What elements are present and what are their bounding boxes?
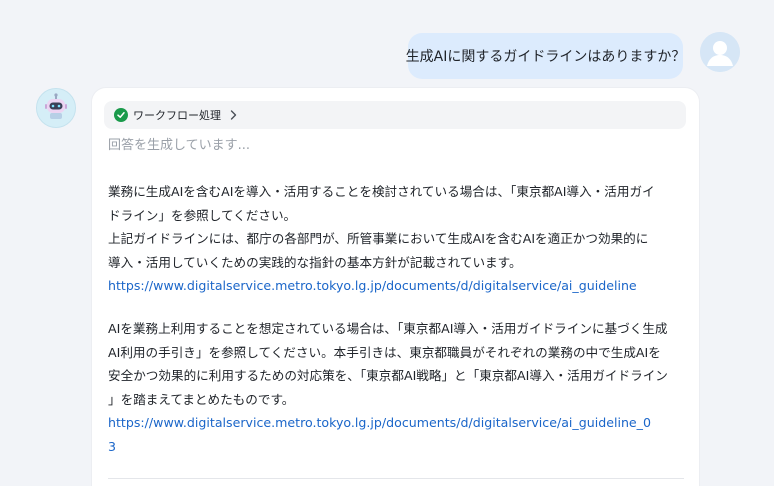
bot-message-card: ワークフロー処理 回答を生成しています... 業務に生成AIを含むAIを導入・活… bbox=[92, 88, 699, 486]
workflow-process-toggle[interactable]: ワークフロー処理 bbox=[104, 101, 686, 129]
answer-line: 」を踏まえてまとめたものです。 bbox=[108, 391, 295, 407]
robot-avatar-icon bbox=[36, 88, 76, 128]
check-circle-icon bbox=[114, 108, 128, 122]
generating-status: 回答を生成しています... bbox=[108, 138, 251, 153]
workflow-label: ワークフロー処理 bbox=[133, 109, 221, 122]
chat-container: 生成AIに関するガイドラインはありますか？ ワークフロー処理 回答を生成していま… bbox=[0, 0, 774, 486]
chevron-right-icon bbox=[230, 110, 237, 120]
guideline-link[interactable]: https://www.digitalservice.metro.tokyo.l… bbox=[108, 278, 637, 293]
answer-line: AI利用の手引き」を参照してください。本手引きは、東京都職員がそれぞれの業務の中… bbox=[108, 344, 661, 360]
answer-line: 業務に生成AIを含むAIを導入・活用することを検討されている場合は、「東京都AI… bbox=[108, 184, 655, 199]
user-message-bubble: 生成AIに関するガイドラインはありますか？ bbox=[405, 33, 686, 79]
answer-line: AIを業務上利用することを想定されている場合は、「東京都AI導入・活用ガイドライ… bbox=[108, 320, 668, 336]
user-avatar-icon bbox=[700, 32, 740, 72]
answer-line: 導入・活用していくための実践的な指針の基本方針が記載されています。 bbox=[108, 254, 522, 270]
guideline-handbook-link[interactable]: https://www.digitalservice.metro.tokyo.l… bbox=[108, 415, 651, 430]
divider bbox=[108, 478, 684, 479]
answer-line: ドライン」を参照してください。 bbox=[108, 207, 297, 223]
answer-body: 業務に生成AIを含むAIを導入・活用することを検討されている場合は、「東京都AI… bbox=[108, 180, 694, 459]
user-message-text: 生成AIに関するガイドラインはありますか？ bbox=[405, 49, 686, 65]
answer-line: 安全かつ効果的に利用するための対応策を、「東京都AI戦略」と「東京都AI導入・活… bbox=[108, 368, 668, 384]
guideline-handbook-link-continued[interactable]: 3 bbox=[108, 439, 116, 454]
answer-line: 上記ガイドラインには、都庁の各部門が、所管事業において生成AIを含むAIを適正か… bbox=[108, 231, 649, 247]
